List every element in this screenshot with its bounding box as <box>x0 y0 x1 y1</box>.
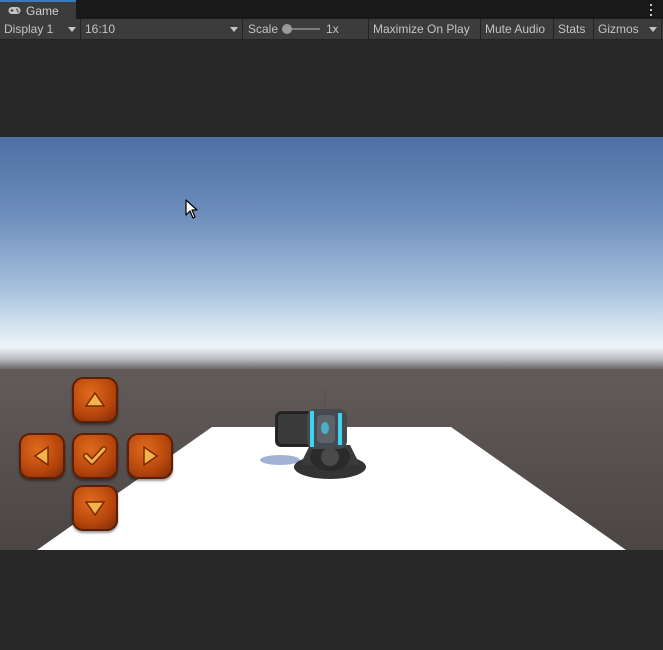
maximize-on-play-toggle[interactable]: Maximize On Play <box>369 18 481 40</box>
game-view-toolbar: Display 1 16:10 Scale 1x Maximize On Pla… <box>0 18 663 40</box>
chevron-down-icon <box>649 26 657 32</box>
stats-toggle[interactable]: Stats <box>554 18 594 40</box>
display-dropdown[interactable]: Display 1 <box>0 18 81 40</box>
move-left-button[interactable] <box>19 433 65 479</box>
cannon-turret <box>260 389 366 479</box>
scale-slider-handle[interactable] <box>282 24 293 34</box>
right-arrow-icon <box>143 446 158 466</box>
move-right-button[interactable] <box>127 433 173 479</box>
gizmos-label: Gizmos <box>598 22 639 36</box>
game-viewport[interactable] <box>0 137 663 550</box>
display-dropdown-label: Display 1 <box>4 22 54 36</box>
aspect-ratio-label: 16:10 <box>85 22 116 36</box>
check-icon <box>83 446 107 465</box>
up-arrow-icon <box>85 392 105 407</box>
aspect-ratio-dropdown[interactable]: 16:10 <box>81 18 243 40</box>
chevron-down-icon <box>68 26 76 32</box>
scale-control: Scale 1x <box>243 18 369 40</box>
maximize-on-play-label: Maximize On Play <box>373 22 470 36</box>
window-tab-bar: Game <box>0 0 663 19</box>
down-arrow-icon <box>85 501 105 516</box>
mute-audio-label: Mute Audio <box>485 22 546 36</box>
confirm-button[interactable] <box>72 433 118 479</box>
more-options-icon[interactable] <box>649 2 653 17</box>
move-up-button[interactable] <box>72 377 118 423</box>
mouse-cursor-icon <box>185 199 198 219</box>
move-down-button[interactable] <box>72 485 118 531</box>
gizmos-dropdown[interactable]: Gizmos <box>594 18 662 40</box>
scale-value: 1x <box>326 22 339 36</box>
gamepad-icon <box>8 4 21 18</box>
stats-label: Stats <box>558 22 586 36</box>
scale-label: Scale <box>248 22 279 36</box>
tab-label: Game <box>26 3 59 18</box>
mute-audio-toggle[interactable]: Mute Audio <box>481 18 554 40</box>
left-arrow-icon <box>34 446 49 466</box>
scale-slider[interactable] <box>282 24 321 34</box>
chevron-down-icon <box>230 26 238 32</box>
tab-game[interactable]: Game <box>0 0 76 19</box>
